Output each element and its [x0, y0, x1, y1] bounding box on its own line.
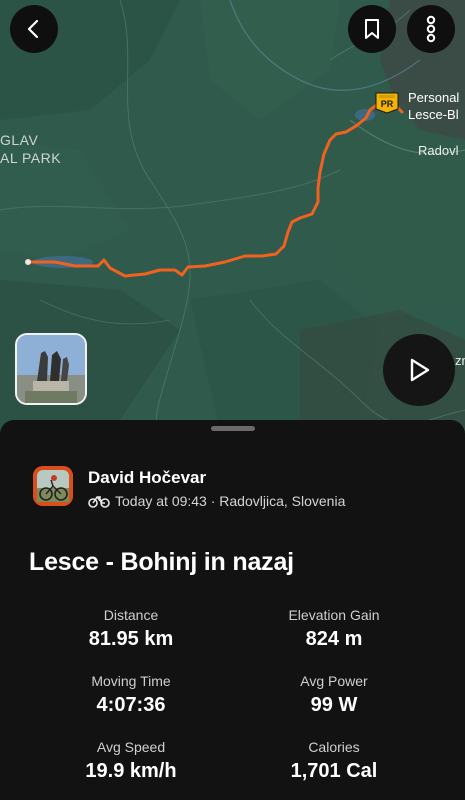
- bookmark-icon: [365, 19, 379, 39]
- monument-photo: [17, 335, 85, 403]
- stat-label: Distance: [103, 607, 159, 623]
- map-poi-line1: Personal: [408, 90, 460, 105]
- stat-value: 19.9 km/h: [85, 760, 177, 782]
- stat-value: 824 m: [305, 628, 363, 650]
- map-park-label-1: GLAV: [0, 132, 39, 148]
- stat-value: 81.95 km: [88, 628, 174, 650]
- chevron-left-icon: [27, 19, 39, 39]
- bike-icon: [88, 496, 110, 508]
- personal-record-badge-icon[interactable]: PR: [374, 90, 400, 114]
- stat-label: Moving Time: [91, 673, 171, 689]
- activity-sheet: David Hočevar Today at 09:43 · Radovljic…: [0, 420, 465, 800]
- athlete-name[interactable]: David Hočevar: [88, 468, 206, 488]
- stat-calories: Calories 1,701 Cal: [234, 739, 434, 783]
- sheet-drag-handle[interactable]: [211, 426, 255, 431]
- stat-value: 4:07:36: [96, 694, 166, 716]
- more-options-button[interactable]: [407, 5, 455, 53]
- route-map[interactable]: GLAV AL PARK PR Personal Lesce-Bl Radovl…: [0, 0, 465, 440]
- stat-value: 99 W: [310, 694, 358, 716]
- stat-avg-speed: Avg Speed 19.9 km/h: [31, 739, 231, 783]
- stat-distance: Distance 81.95 km: [31, 607, 231, 651]
- map-poi-line2: Lesce-Bl: [408, 107, 459, 122]
- stat-label: Avg Speed: [96, 739, 166, 755]
- map-town-label: Radovl: [418, 143, 459, 158]
- bookmark-button[interactable]: [348, 5, 396, 53]
- stat-elevation-gain: Elevation Gain 824 m: [234, 607, 434, 651]
- play-flyover-button[interactable]: [383, 334, 455, 406]
- activity-meta: Today at 09:43 · Radovljica, Slovenia: [88, 493, 345, 509]
- avatar[interactable]: [33, 466, 73, 506]
- activity-photo-thumbnail[interactable]: [15, 333, 87, 405]
- stat-avg-power: Avg Power 99 W: [234, 673, 434, 717]
- play-icon: [410, 358, 430, 382]
- stat-value: 1,701 Cal: [290, 760, 378, 782]
- stat-moving-time: Moving Time 4:07:36: [31, 673, 231, 717]
- map-park-label-2: AL PARK: [0, 150, 62, 166]
- poi-badge-text: PR: [381, 99, 394, 109]
- stat-label: Elevation Gain: [288, 607, 380, 623]
- stat-label: Avg Power: [300, 673, 368, 689]
- activity-title: Lesce - Bohinj in nazaj: [29, 548, 294, 576]
- stat-label: Calories: [308, 739, 360, 755]
- map-poi-label: Personal Lesce-Bl: [408, 89, 459, 123]
- more-vertical-icon: [426, 15, 436, 43]
- map-edge-label: zn: [455, 353, 465, 368]
- back-button[interactable]: [10, 5, 58, 53]
- activity-meta-text: Today at 09:43 · Radovljica, Slovenia: [115, 493, 346, 509]
- avatar-image: [33, 466, 73, 506]
